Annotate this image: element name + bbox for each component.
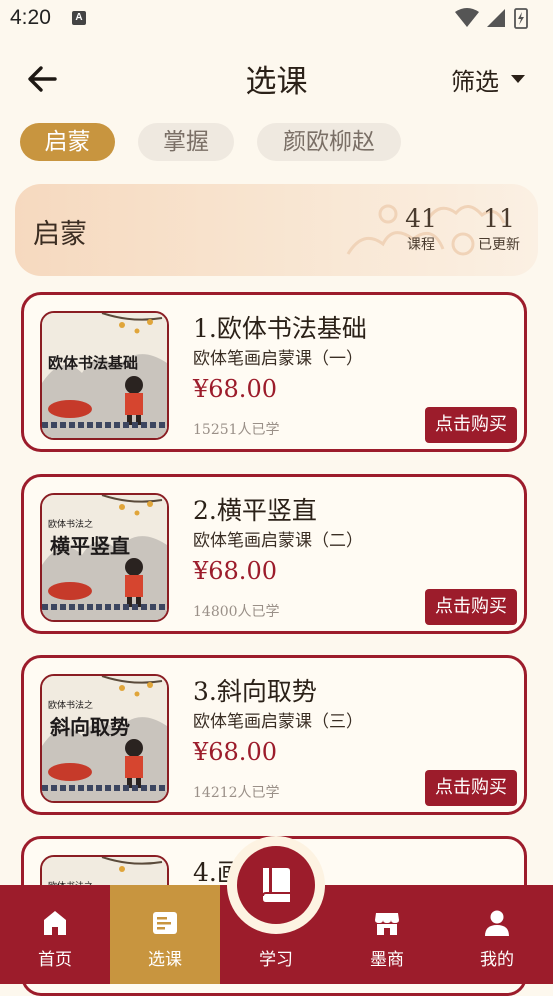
- signal-icon: [487, 9, 505, 27]
- nav-store-label: 墨商: [370, 950, 404, 970]
- course-title: 1.欧体书法基础: [193, 314, 367, 343]
- stat-courses-value: 41: [405, 204, 437, 233]
- stat-courses-label: 课程: [407, 236, 435, 252]
- stat-updated-label: 已更新: [478, 236, 520, 252]
- filter-label: 筛选: [451, 67, 499, 96]
- course-subtitle: 欧体笔画启蒙课（二）: [193, 531, 363, 551]
- app-bar: 选课 筛选: [0, 50, 553, 108]
- course-learners: 15251人已学: [193, 422, 280, 438]
- thumb-prefix-text: 欧体书法之: [48, 518, 93, 530]
- course-card[interactable]: 欧体书法之 斜向取势 3.斜向取势 欧体笔画启蒙课（三） ¥68.00 1421…: [21, 655, 527, 815]
- store-icon: [375, 913, 399, 935]
- banner-title: 启蒙: [33, 219, 87, 250]
- nav-home-label: 首页: [38, 950, 72, 970]
- wifi-icon: [455, 8, 479, 27]
- user-icon: [485, 910, 509, 936]
- back-button[interactable]: [25, 62, 61, 96]
- status-icons: [455, 8, 528, 29]
- course-card[interactable]: 欧体书法基础 1.欧体书法基础 欧体笔画启蒙课（一） ¥68.00 15251人…: [21, 292, 527, 452]
- course-title: 3.斜向取势: [193, 677, 317, 706]
- course-price: ¥68.00: [193, 557, 277, 585]
- course-learners: 14212人已学: [193, 785, 280, 801]
- thumb-prefix-text: 欧体书法之: [48, 699, 93, 711]
- caret-down-icon: [511, 75, 525, 83]
- course-card[interactable]: 欧体书法之 横平竖直 2.横平竖直 欧体笔画启蒙课（二） ¥68.00 1480…: [21, 474, 527, 634]
- stat-updated: 11 已更新: [473, 204, 525, 254]
- thumb-calligraphy-text: 斜向取势: [49, 715, 130, 739]
- buy-button[interactable]: 点击购买: [425, 770, 517, 806]
- home-icon: [44, 911, 66, 935]
- status-time: 4:20: [10, 6, 51, 29]
- stat-courses: 41 课程: [403, 204, 439, 254]
- course-thumbnail: 欧体书法之 横平竖直: [40, 493, 169, 622]
- course-learners: 14800人已学: [193, 604, 280, 620]
- tab-yan-ou-liu-zhao[interactable]: 颜欧柳赵: [257, 123, 401, 161]
- notification-icon: A: [72, 11, 86, 25]
- tab-qimeng[interactable]: 启蒙: [20, 123, 115, 161]
- stat-updated-value: 11: [483, 204, 515, 233]
- course-thumbnail: 欧体书法基础: [40, 311, 169, 440]
- buy-button[interactable]: 点击购买: [425, 407, 517, 443]
- course-title: 2.横平竖直: [193, 496, 317, 525]
- status-bar: 4:20 A: [0, 0, 553, 38]
- course-price: ¥68.00: [193, 738, 277, 766]
- thumb-calligraphy-text: 横平竖直: [50, 534, 130, 558]
- buy-button[interactable]: 点击购买: [425, 589, 517, 625]
- course-subtitle: 欧体笔画启蒙课（一）: [193, 349, 363, 369]
- thumb-calligraphy-text: 欧体书法基础: [48, 354, 138, 372]
- category-banner: 启蒙 41 课程 11 已更新: [15, 184, 538, 276]
- nav-profile[interactable]: 我的: [442, 885, 552, 984]
- nav-profile-label: 我的: [480, 950, 514, 970]
- study-center-button[interactable]: [237, 846, 315, 924]
- nav-courses[interactable]: 选课: [110, 885, 220, 984]
- nav-study-label: 学习: [259, 950, 293, 970]
- course-list-icon: [153, 912, 177, 934]
- filter-dropdown[interactable]: 筛选: [451, 62, 525, 96]
- nav-home[interactable]: 首页: [0, 885, 110, 984]
- tab-zhangwo[interactable]: 掌握: [138, 123, 234, 161]
- course-thumbnail: 欧体书法之 斜向取势: [40, 674, 169, 803]
- nav-store[interactable]: 墨商: [332, 885, 442, 984]
- course-subtitle: 欧体笔画启蒙课（三）: [193, 712, 363, 732]
- nav-courses-label: 选课: [148, 950, 182, 970]
- arrow-left-icon: [28, 66, 57, 92]
- book-icon: [262, 868, 290, 902]
- course-price: ¥68.00: [193, 375, 277, 403]
